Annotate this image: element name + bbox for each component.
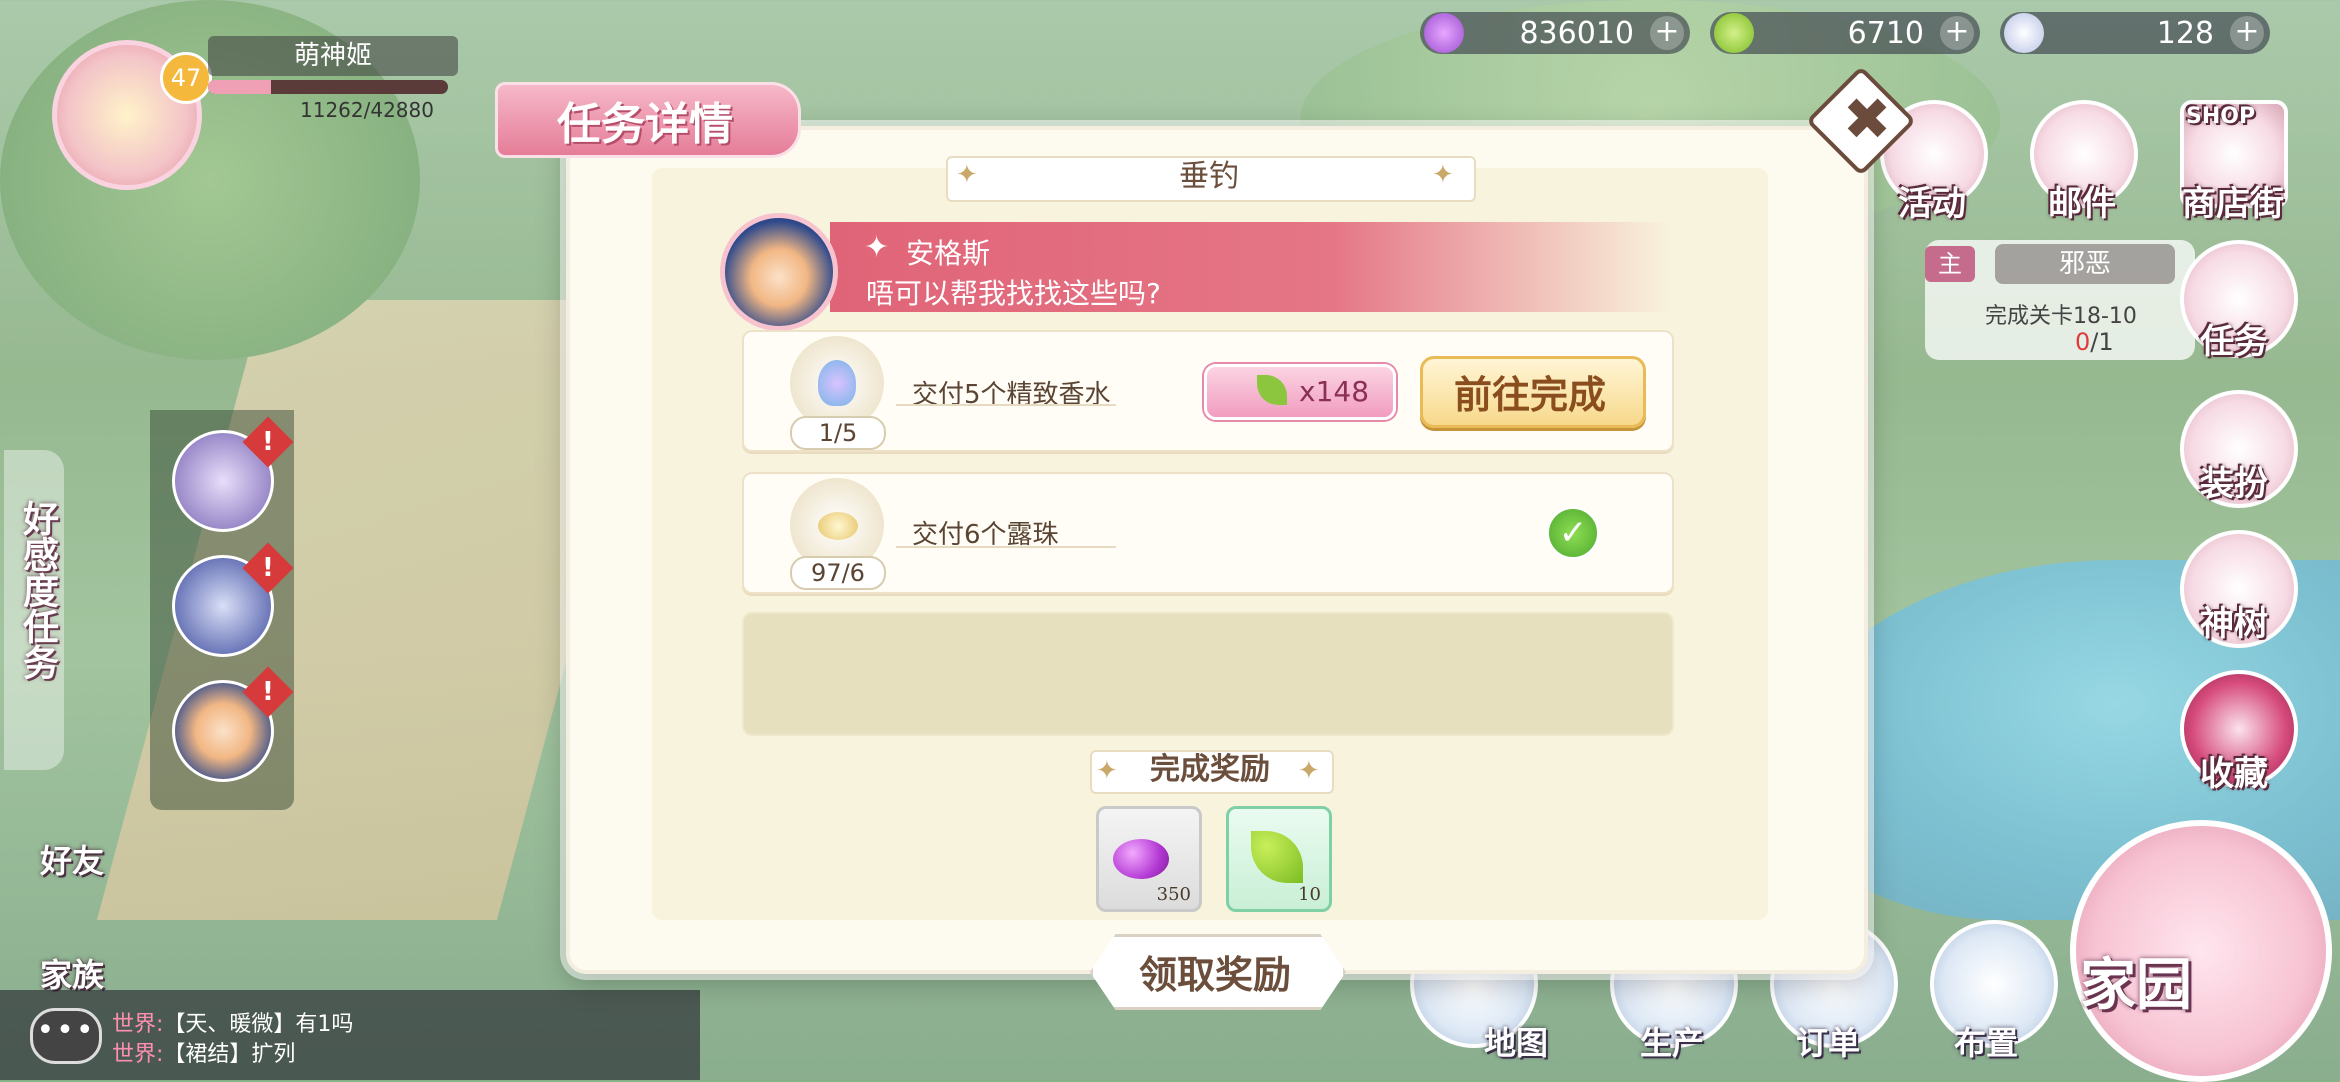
main-task-card[interactable]: 主 邪恶 完成关卡18-10 0/1 (1925, 240, 2195, 360)
empty-task-slot (742, 612, 1674, 736)
produce-label: 生产 (1640, 1024, 1705, 1062)
chat-line: 世界:【天、暖微】有1吗 (112, 1006, 353, 1038)
main-task-done: 0 (2075, 328, 2091, 356)
mail-label: 邮件 (2048, 184, 2116, 224)
claim-reward-label: 领取奖励 (1138, 952, 1291, 997)
add-pearl-button[interactable]: + (2230, 16, 2264, 50)
divider (896, 546, 1116, 548)
npc-portrait (720, 213, 838, 331)
exp-text: 11262/42880 (300, 98, 434, 122)
shop-sign: SHOP (2186, 104, 2256, 129)
star-icon: ✦ (1298, 756, 1320, 786)
task-label: 任务 (2200, 322, 2268, 362)
dialog-subtitle: 垂钓 (1179, 159, 1239, 194)
reward-count: 350 (1156, 884, 1191, 905)
player-name: 萌神姬 (208, 36, 458, 76)
order-label: 订单 (1796, 1024, 1861, 1062)
npc-dialogue: 唔可以帮我找找这些吗? (866, 277, 1161, 310)
gem-icon (1424, 13, 1464, 53)
item-count: 1/5 (790, 416, 886, 450)
dress-label: 装扮 (2200, 464, 2268, 504)
npc-name: 安格斯 (906, 237, 991, 270)
add-gem-button[interactable]: + (1650, 16, 1684, 50)
chat-channel: 世界: (112, 1042, 164, 1067)
chat-icon[interactable]: ••• (30, 1008, 102, 1064)
gem-amount: 836010 (1519, 15, 1634, 51)
leaf-icon (1714, 13, 1754, 53)
activity-label: 活动 (1898, 184, 1966, 224)
check-icon: ✓ (1546, 506, 1600, 560)
sparkle-icon: ✦ (864, 230, 890, 265)
main-task-tag: 主 (1925, 246, 1975, 282)
reward-item-gem[interactable]: 350 (1096, 806, 1202, 912)
gem-currency: 836010 + (1420, 12, 1690, 54)
chat-channel: 世界: (112, 1012, 164, 1037)
home-label: 家园 (2080, 953, 2192, 1018)
perfume-bottle-icon (818, 360, 856, 406)
reward-amount: x148 (1299, 375, 1370, 408)
friend-label[interactable]: 好友 (40, 836, 104, 882)
main-task-title: 邪恶 (1995, 244, 2175, 284)
chat-text: 【天、暖微】有1吗 (163, 1012, 354, 1037)
tree-label: 神树 (2200, 604, 2268, 644)
item-count: 97/6 (790, 556, 886, 590)
favor-task-label: 好感度任务 (17, 500, 58, 680)
layout-label: 布置 (1954, 1024, 2019, 1062)
gem-icon (1113, 839, 1169, 879)
shop-label: 商店街 (2182, 184, 2284, 224)
map-label: 地图 (1484, 1024, 1549, 1062)
pearl-currency: 128 + (2000, 12, 2270, 54)
player-level: 47 (160, 52, 212, 104)
reward-item-leaf[interactable]: 10 (1226, 806, 1332, 912)
star-icon: ✦ (1432, 160, 1454, 190)
divider (896, 404, 1116, 406)
main-task-desc: 完成关卡18-10 (1985, 304, 2137, 329)
main-task-total: /1 (2090, 328, 2114, 356)
collect-label: 收藏 (2200, 754, 2268, 794)
reward-count: 10 (1298, 884, 1321, 905)
pearl-icon (2004, 13, 2044, 53)
chat-text: 【裙结】扩列 (163, 1042, 296, 1067)
leaf-currency: 6710 + (1710, 12, 1980, 54)
dewdrop-icon (818, 512, 858, 540)
main-task-progress: 0/1 (2075, 328, 2114, 356)
chat-line: 世界:【裙结】扩列 (112, 1036, 295, 1068)
dialog-title: 任务详情 (557, 99, 733, 150)
leaf-amount: 6710 (1847, 15, 1924, 51)
pearl-amount: 128 (2156, 15, 2214, 51)
close-icon[interactable]: ✖ (1832, 84, 1902, 154)
leaf-icon (1257, 375, 1287, 405)
go-complete-label: 前往完成 (1453, 372, 1606, 417)
add-leaf-button[interactable]: + (1940, 16, 1974, 50)
exp-bar-fill (208, 80, 272, 94)
leaf-icon (1251, 831, 1303, 883)
exp-bar (208, 80, 448, 94)
reward-title: 完成奖励 (1150, 752, 1270, 787)
task-reward: x148 (1204, 364, 1396, 420)
